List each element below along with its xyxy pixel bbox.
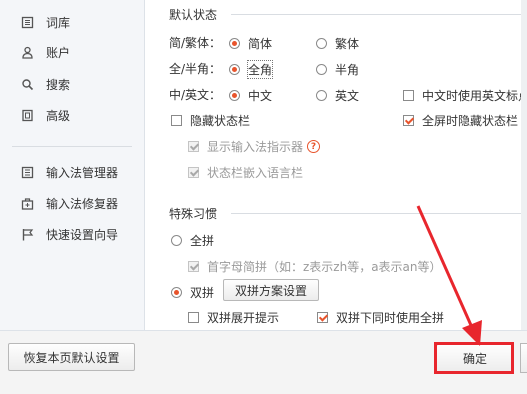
sidebar-item-quick-setup[interactable]: 快速设置向导	[20, 224, 118, 244]
radio-half-width[interactable]: 半角	[316, 61, 359, 78]
restore-defaults-button[interactable]: 恢复本页默认设置	[8, 343, 135, 371]
radio-indicator	[229, 64, 240, 75]
checkbox-indicator	[188, 261, 199, 272]
sidebar-item-advanced[interactable]: 高级	[20, 105, 70, 125]
cancel-button[interactable]	[520, 343, 527, 373]
radio-full-pinyin[interactable]: 全拼	[171, 232, 214, 249]
section-divider	[231, 14, 521, 15]
help-icon[interactable]: ?	[307, 140, 321, 153]
radio-indicator	[229, 90, 240, 101]
double-pinyin-scheme-button[interactable]: 双拼方案设置	[223, 279, 319, 301]
radio-label: 半角	[335, 63, 360, 77]
checkbox-indicator	[188, 141, 199, 152]
sidebar-item-label: 账户	[46, 45, 71, 60]
checkbox-indicator	[188, 312, 199, 323]
initials-abbrev-checkbox[interactable]: 首字母简拼（如：z表示zh等，a表示an等）	[188, 258, 442, 275]
sidebar-divider	[12, 146, 132, 147]
radio-indicator	[171, 235, 182, 246]
checkbox-label: 全屏时隐藏状态栏	[422, 114, 519, 128]
checkbox-indicator	[317, 312, 328, 323]
flag-icon	[20, 227, 34, 241]
manager-icon	[20, 165, 34, 179]
radio-label: 双拼	[190, 286, 215, 300]
radio-chinese[interactable]: 中文	[229, 87, 272, 104]
radio-simplified[interactable]: 简体	[229, 35, 272, 52]
radio-double-pinyin[interactable]: 双拼	[171, 284, 214, 301]
repair-icon	[20, 196, 34, 210]
sidebar-item-label: 输入法管理器	[46, 165, 119, 180]
hide-statusbar-checkbox[interactable]: 隐藏状态栏	[171, 112, 250, 129]
radio-label: 英文	[335, 89, 360, 103]
dictionary-icon	[20, 15, 34, 29]
fullscreen-hide-checkbox[interactable]: 全屏时隐藏状态栏	[403, 112, 518, 129]
radio-indicator	[171, 287, 182, 298]
section-title-default-state: 默认状态	[169, 8, 218, 22]
sidebar: 词库 账户 搜索 高级 输入法管理器 输入法修复器 快速设置向导	[0, 0, 145, 330]
radio-label: 繁体	[335, 37, 360, 51]
checkbox-label: 首字母简拼（如：z表示zh等，a表示an等）	[207, 260, 442, 274]
full-half-label: 全/半角：	[169, 62, 222, 76]
sidebar-item-ime-repair[interactable]: 输入法修复器	[20, 193, 118, 213]
checkbox-indicator	[171, 115, 182, 126]
radio-english[interactable]: 英文	[316, 87, 359, 104]
radio-indicator	[229, 38, 240, 49]
expand-hint-checkbox[interactable]: 双拼展开提示	[188, 309, 279, 326]
radio-full-width[interactable]: 全角	[229, 60, 274, 79]
english-punct-checkbox[interactable]: 中文时使用英文标点	[403, 87, 527, 104]
section-title-special-habits: 特殊习惯	[169, 207, 218, 221]
annotation-arrow-icon	[416, 205, 482, 346]
radio-label: 简体	[248, 37, 273, 51]
checkbox-label: 双拼展开提示	[207, 311, 280, 325]
radio-traditional[interactable]: 繁体	[316, 35, 359, 52]
checkbox-indicator	[403, 115, 414, 126]
cn-en-label: 中/英文：	[169, 88, 222, 102]
sidebar-item-label: 输入法修复器	[46, 196, 119, 211]
sidebar-item-dictionary[interactable]: 词库	[20, 12, 70, 32]
sidebar-item-account[interactable]: 账户	[20, 42, 70, 62]
sidebar-item-label: 词库	[46, 15, 71, 30]
checkbox-label: 显示输入法指示器	[207, 140, 304, 154]
simp-trad-label: 简/繁体：	[169, 36, 222, 50]
radio-label: 全拼	[190, 234, 215, 248]
sidebar-item-ime-manager[interactable]: 输入法管理器	[20, 162, 118, 182]
checkbox-label: 中文时使用英文标点	[422, 89, 527, 103]
radio-label: 中文	[248, 89, 273, 103]
checkbox-label: 状态栏嵌入语言栏	[207, 166, 304, 180]
checkbox-label: 隐藏状态栏	[190, 114, 251, 128]
sidebar-item-label: 高级	[46, 108, 71, 123]
radio-indicator	[316, 64, 327, 75]
advanced-icon	[20, 108, 34, 122]
show-indicator-checkbox[interactable]: 显示输入法指示器 ?	[188, 138, 321, 155]
radio-label: 全角	[246, 60, 274, 79]
checkbox-indicator	[188, 167, 199, 178]
sidebar-item-search[interactable]: 搜索	[20, 74, 70, 94]
scrollbar-track[interactable]	[521, 0, 527, 330]
checkbox-indicator	[403, 90, 414, 101]
radio-indicator	[316, 38, 327, 49]
radio-indicator	[316, 90, 327, 101]
search-icon	[20, 77, 34, 91]
embed-langbar-checkbox[interactable]: 状态栏嵌入语言栏	[188, 164, 303, 181]
sidebar-item-label: 快速设置向导	[46, 227, 119, 242]
user-icon	[20, 45, 34, 59]
sidebar-item-label: 搜索	[46, 77, 71, 92]
